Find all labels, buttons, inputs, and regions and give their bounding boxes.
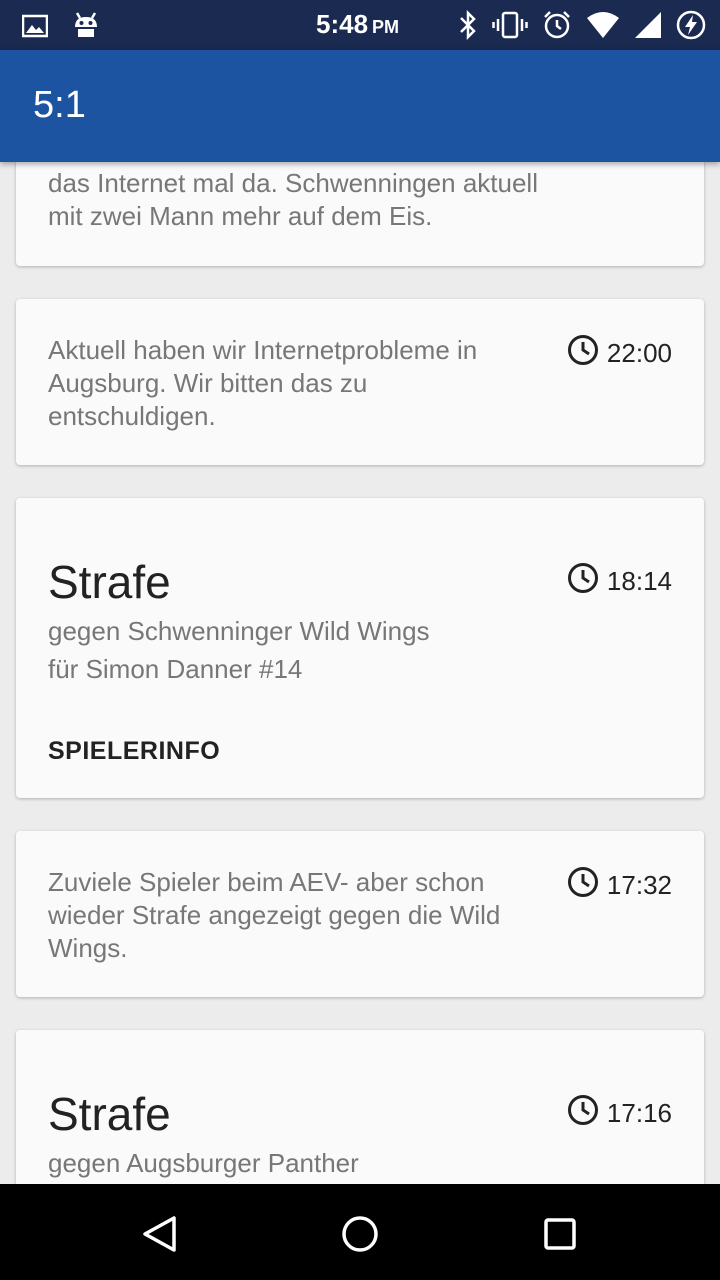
clock-icon — [567, 334, 599, 373]
status-time-ampm: PM — [372, 17, 400, 37]
recents-button[interactable] — [538, 1212, 582, 1256]
ticker-time: 17:32 — [567, 866, 672, 905]
clock-icon — [567, 1094, 599, 1133]
penalty-heading: Strafe — [48, 1088, 171, 1140]
ticker-message: Aktuell haben wir Internetprobleme in Au… — [48, 335, 478, 431]
navigation-bar — [0, 1184, 720, 1280]
bluetooth-icon — [458, 9, 478, 45]
ticker-time: 18:14 — [567, 562, 672, 601]
status-time: 5:48 PM — [316, 9, 399, 40]
wifi-icon — [586, 11, 620, 44]
ticker-time-value: 17:16 — [606, 1098, 672, 1128]
ticker-message: Zuviele Spieler beim AEV- aber schon wie… — [48, 867, 501, 963]
home-icon — [342, 1216, 378, 1252]
penalty-card: Strafe 18:14 gegen Schwenninger Wild Win… — [16, 498, 704, 798]
app-bar: 5:1 — [0, 50, 720, 162]
app-bar-title: 5:1 — [33, 84, 86, 126]
clock-icon — [567, 866, 599, 905]
battery-charging-icon — [676, 10, 706, 45]
status-time-value: 5:48 — [316, 9, 369, 39]
status-bar: 5:48 PM — [0, 0, 720, 50]
ticker-time: 22:00 — [567, 334, 672, 373]
recents-icon — [544, 1218, 576, 1250]
penalty-card: Strafe 17:16 gegen Augsburger Panther — [16, 1030, 704, 1184]
ticker-message: das Internet mal da. Schwenningen aktuel… — [48, 168, 538, 231]
image-icon — [21, 14, 49, 43]
ticker-time: 17:16 — [567, 1094, 672, 1133]
ticker-card: Zuviele Spieler beim AEV- aber schon wie… — [16, 831, 704, 997]
penalty-player: für Simon Danner #14 — [48, 654, 303, 684]
back-icon — [143, 1216, 176, 1252]
player-info-button[interactable]: SPIELERINFO — [48, 737, 220, 766]
ticker-card: Aktuell haben wir Internetprobleme in Au… — [16, 299, 704, 465]
penalty-heading: Strafe — [48, 556, 171, 608]
vibrate-icon — [492, 10, 528, 45]
ticker-time-value: 18:14 — [606, 566, 672, 596]
penalty-team: gegen Augsburger Panther — [48, 1148, 359, 1178]
ticker-time-value: 22:00 — [606, 338, 672, 368]
android-icon — [72, 11, 100, 46]
clock-icon — [567, 562, 599, 601]
back-button[interactable] — [138, 1212, 182, 1256]
signal-icon — [634, 11, 662, 44]
penalty-team: gegen Schwenninger Wild Wings — [48, 616, 430, 646]
home-button[interactable] — [338, 1212, 382, 1256]
ticker-card: das Internet mal da. Schwenningen aktuel… — [16, 162, 704, 266]
alarm-icon — [542, 10, 572, 45]
ticker-time-value: 17:32 — [606, 870, 672, 900]
ticker-feed[interactable]: das Internet mal da. Schwenningen aktuel… — [0, 162, 720, 1184]
